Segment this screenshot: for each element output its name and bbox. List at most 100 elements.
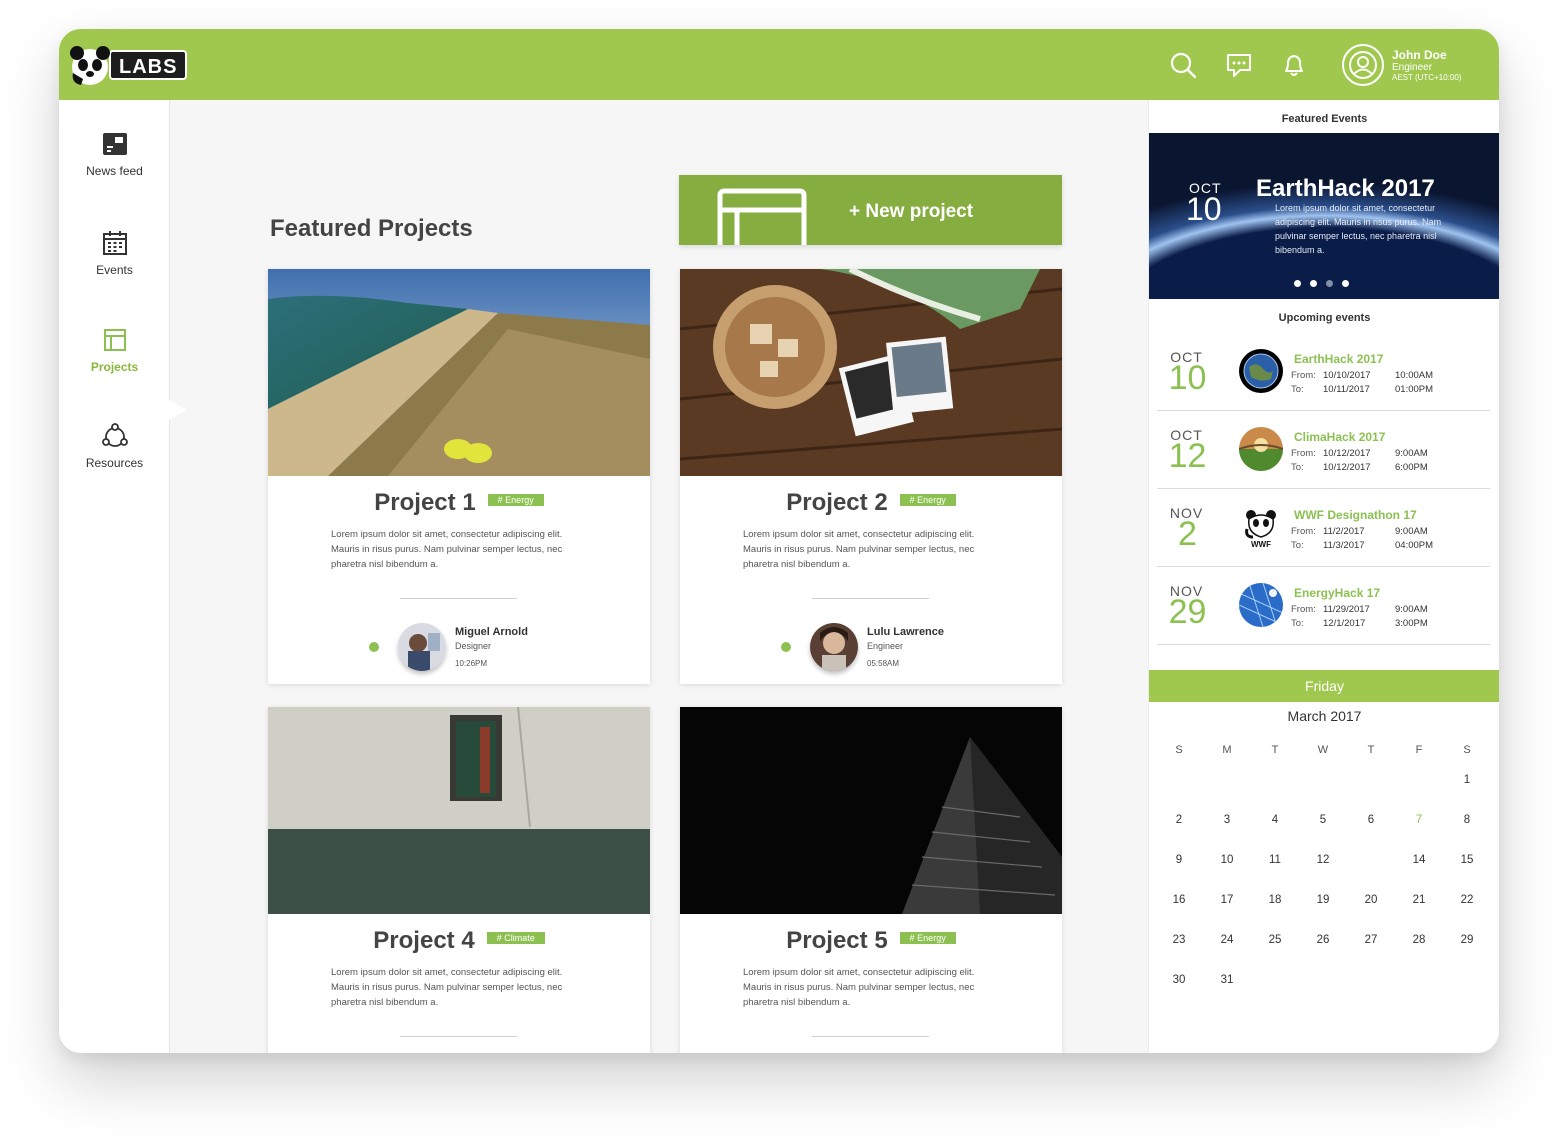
calendar-day[interactable]: 31: [1203, 974, 1251, 986]
calendar-day[interactable]: 1: [1443, 774, 1491, 786]
event-from: From: 10/12/2017 9:00AM: [1291, 448, 1428, 459]
carousel-dot[interactable]: [1342, 280, 1349, 287]
calendar-grid: S M T W T F S 1 2 3 4 5 6 7 8 9 10 11 12 13 14 15 16 17 18 19 20 21…: [1155, 740, 1491, 1000]
calendar-weekday-label: M: [1222, 744, 1232, 756]
calendar-day[interactable]: 22: [1443, 894, 1491, 906]
calendar-day[interactable]: 18: [1251, 894, 1299, 906]
project-description: Lorem ipsum dolor sit amet, consectetur …: [331, 529, 563, 570]
featured-event-title: EarthHack 2017: [1256, 175, 1435, 202]
event-item[interactable]: OCT 12 ClimaHack 2017 From: 10/12/2017 9:0…: [1157, 411, 1490, 489]
divider: [812, 598, 929, 599]
sidebar-item-label: Resources: [85, 456, 144, 470]
calendar-day[interactable]: 15: [1443, 854, 1491, 866]
bell-icon[interactable]: [1280, 51, 1308, 79]
calendar-day[interactable]: 26: [1299, 934, 1347, 946]
sidebar-item-news-feed[interactable]: News feed: [59, 130, 170, 178]
active-nav-pointer: [169, 400, 187, 420]
calendar-day[interactable]: 10: [1203, 854, 1251, 866]
calendar-day[interactable]: 23: [1155, 934, 1203, 946]
calendar-day[interactable]: 7: [1395, 814, 1443, 826]
calendar-day[interactable]: 21: [1395, 894, 1443, 906]
sidebar-item-label: News feed: [86, 164, 143, 178]
logo[interactable]: LABS: [69, 43, 188, 87]
calendar-day[interactable]: 2: [1155, 814, 1203, 826]
calendar-day[interactable]: 4: [1251, 814, 1299, 826]
calendar-weekday-label: T: [1367, 744, 1375, 756]
event-to: To: 11/3/2017 04:00PM: [1291, 540, 1434, 551]
calendar-day[interactable]: 28: [1395, 934, 1443, 946]
project-tag[interactable]: # Energy: [899, 931, 956, 944]
search-icon[interactable]: [1169, 51, 1197, 79]
calendar-day[interactable]: 16: [1155, 894, 1203, 906]
user-profile[interactable]: John Doe Engineer AEST (UTC+10:00): [1342, 44, 1461, 86]
new-project-button[interactable]: + New project: [679, 175, 1062, 245]
sidebar-item-label: Projects: [90, 360, 139, 374]
project-card[interactable]: Project 5 # Energy Lorem ipsum dolor sit …: [680, 707, 1062, 1053]
calendar-week-row: 2345678: [1155, 800, 1491, 840]
calendar-day[interactable]: 24: [1203, 934, 1251, 946]
carousel-dot[interactable]: [1326, 280, 1333, 287]
event-day: 29: [1168, 593, 1207, 631]
calendar-day[interactable]: 8: [1443, 814, 1491, 826]
project-title: Project 4 # Climate: [268, 927, 650, 955]
calendar-day[interactable]: 11: [1251, 854, 1299, 866]
calendar-day[interactable]: 25: [1251, 934, 1299, 946]
calendar-day[interactable]: 6: [1347, 814, 1395, 826]
calendar-day[interactable]: 29: [1443, 934, 1491, 946]
carousel-dot[interactable]: [1310, 280, 1317, 287]
news-feed-icon: [101, 130, 129, 158]
event-item[interactable]: NOV 29 EnergyHack 17 From: 11/29/2017 9:00…: [1157, 567, 1490, 645]
sidebar-item-resources[interactable]: Resources: [59, 422, 170, 470]
featured-event-banner[interactable]: OCT 10 EarthHack 2017 Lorem ipsum dolor …: [1149, 133, 1499, 299]
calendar-weekday-label: F: [1415, 744, 1423, 756]
project-tag[interactable]: # Energy: [487, 493, 544, 506]
calendar-weekday-label: S: [1463, 744, 1471, 756]
calendar-day[interactable]: 14: [1395, 854, 1443, 866]
calendar-day[interactable]: 9: [1155, 854, 1203, 866]
event-to: To: 10/11/2017 01:00PM: [1291, 384, 1434, 395]
calendar-day[interactable]: 20: [1347, 894, 1395, 906]
sidebar-item-projects[interactable]: Projects: [59, 326, 170, 374]
page-title: Featured Projects: [270, 215, 473, 242]
calendar-day[interactable]: 5: [1299, 814, 1347, 826]
project-author[interactable]: Lulu Lawrence Engineer 05:58AM: [781, 623, 944, 671]
chat-icon[interactable]: [1225, 51, 1253, 79]
project-photo: [268, 707, 650, 914]
calendar-day[interactable]: 19: [1299, 894, 1347, 906]
project-tag[interactable]: # Energy: [899, 493, 956, 506]
author-avatar: [398, 623, 446, 671]
project-tag[interactable]: # Climate: [486, 931, 545, 944]
author-avatar: [810, 623, 858, 671]
user-timezone: AEST (UTC+10:00): [1392, 73, 1462, 82]
divider: [400, 1036, 517, 1037]
calendar-month[interactable]: March 2017: [1149, 708, 1499, 724]
calendar-weekday-label: W: [1317, 744, 1329, 756]
calendar-week-row: 1: [1155, 760, 1491, 800]
author-role: Engineer: [867, 641, 904, 651]
project-card[interactable]: Project 1 # Energy Lorem ipsum dolor sit …: [268, 269, 650, 684]
project-card[interactable]: Project 4 # Climate Lorem ipsum dolor sit…: [268, 707, 650, 1053]
calendar-day[interactable]: 3: [1203, 814, 1251, 826]
event-thumbnail: [1239, 349, 1283, 393]
calendar-day[interactable]: 27: [1347, 934, 1395, 946]
right-panel: Featured Events OCT 10 EarthHack 2017 Lo…: [1148, 100, 1499, 1053]
project-photo: [268, 269, 650, 476]
calendar-day[interactable]: 17: [1203, 894, 1251, 906]
carousel-dots: [1294, 280, 1358, 287]
calendar-week-row: 16 17 18 19 20 21 22: [1155, 880, 1491, 920]
event-thumbnail: [1239, 583, 1283, 627]
calendar-day[interactable]: 30: [1155, 974, 1203, 986]
carousel-dot[interactable]: [1294, 280, 1301, 287]
panda-logo-icon: [69, 43, 111, 87]
author-role: Designer: [455, 641, 492, 651]
event-from: From: 10/10/2017 10:00AM: [1291, 370, 1434, 381]
calendar-day[interactable]: 13: [1347, 839, 1395, 883]
event-item[interactable]: NOV 2 WWF WWF Designathon 17 From: 11/2/2…: [1157, 489, 1490, 567]
event-item[interactable]: OCT 10 EarthHack 2017 From: 10/10/2017 10:…: [1157, 333, 1490, 411]
calendar-icon: [101, 229, 129, 257]
sidebar-item-events[interactable]: Events: [59, 229, 170, 277]
project-card[interactable]: Project 2 # Energy Lorem ipsum dolor sit …: [680, 269, 1062, 684]
project-author[interactable]: Miguel Arnold Designer 10:26PM: [369, 623, 528, 671]
event-day: 2: [1178, 515, 1197, 553]
calendar-day[interactable]: 12: [1299, 854, 1347, 866]
